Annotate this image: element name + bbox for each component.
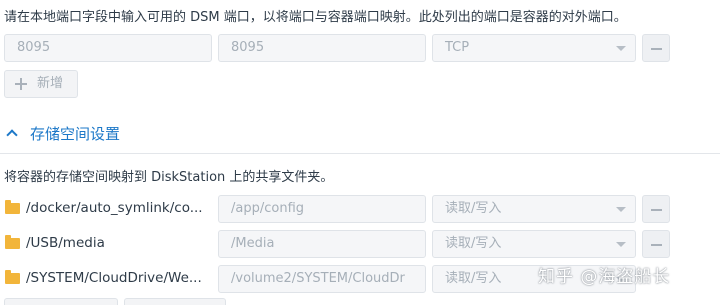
protocol-select[interactable]: TCP bbox=[432, 34, 636, 62]
mount-path-input[interactable]: /Media bbox=[218, 230, 426, 258]
minus-icon bbox=[651, 48, 662, 50]
bottom-button-right[interactable] bbox=[124, 298, 226, 305]
container-port-input[interactable]: 8095 bbox=[218, 34, 426, 62]
storage-section-title: 存储空间设置 bbox=[30, 125, 121, 143]
caret-down-icon bbox=[616, 242, 626, 247]
permission-select[interactable]: 读取/写入 bbox=[432, 230, 636, 258]
mount-path-input[interactable]: /app/config bbox=[218, 195, 426, 223]
permission-value: 读取/写入 bbox=[445, 201, 502, 216]
local-port-input[interactable]: 8095 bbox=[4, 34, 212, 62]
watermark: 知乎 @海盗船长 bbox=[538, 267, 671, 287]
permission-value: 读取/写入 bbox=[445, 271, 502, 286]
folder-icon bbox=[5, 235, 20, 249]
remove-volume-button[interactable] bbox=[642, 230, 670, 258]
permission-value: 读取/写入 bbox=[445, 236, 502, 251]
volume-folder[interactable]: /SYSTEM/CloudDrive/We... bbox=[4, 265, 209, 293]
section-divider bbox=[0, 153, 720, 154]
port-settings-description: 请在本地端口字段中输入可用的 DSM 端口，以将端口与容器端口映射。此处列出的端… bbox=[4, 10, 627, 25]
folder-icon bbox=[5, 270, 20, 284]
caret-down-icon bbox=[616, 46, 626, 51]
protocol-value: TCP bbox=[445, 40, 470, 55]
remove-volume-button[interactable] bbox=[642, 195, 670, 223]
add-port-button[interactable]: 新增 bbox=[4, 70, 78, 98]
folder-icon bbox=[5, 200, 20, 214]
volume-folder[interactable]: /docker/auto_symlink/co... bbox=[4, 195, 209, 223]
bottom-button-left[interactable] bbox=[4, 298, 118, 305]
volume-folder[interactable]: /USB/media bbox=[4, 230, 209, 258]
folder-path: /USB/media bbox=[26, 235, 105, 251]
mount-path-input[interactable]: /volume2/SYSTEM/CloudDr bbox=[218, 265, 426, 293]
add-button-label: 新增 bbox=[37, 76, 64, 91]
storage-section-description: 将容器的存储空间映射到 DiskStation 上的共享文件夹。 bbox=[4, 170, 334, 185]
caret-down-icon bbox=[616, 207, 626, 212]
minus-icon bbox=[651, 244, 662, 246]
volume-row: /docker/auto_symlink/co... /app/config 读… bbox=[0, 195, 720, 223]
permission-select[interactable]: 读取/写入 bbox=[432, 195, 636, 223]
minus-icon bbox=[651, 209, 662, 211]
volume-row: /USB/media /Media 读取/写入 bbox=[0, 230, 720, 258]
remove-port-button[interactable] bbox=[642, 34, 670, 62]
chevron-up-icon bbox=[6, 129, 18, 141]
plus-icon bbox=[15, 78, 27, 90]
folder-path: /SYSTEM/CloudDrive/We... bbox=[26, 270, 202, 286]
folder-path: /docker/auto_symlink/co... bbox=[26, 200, 203, 216]
